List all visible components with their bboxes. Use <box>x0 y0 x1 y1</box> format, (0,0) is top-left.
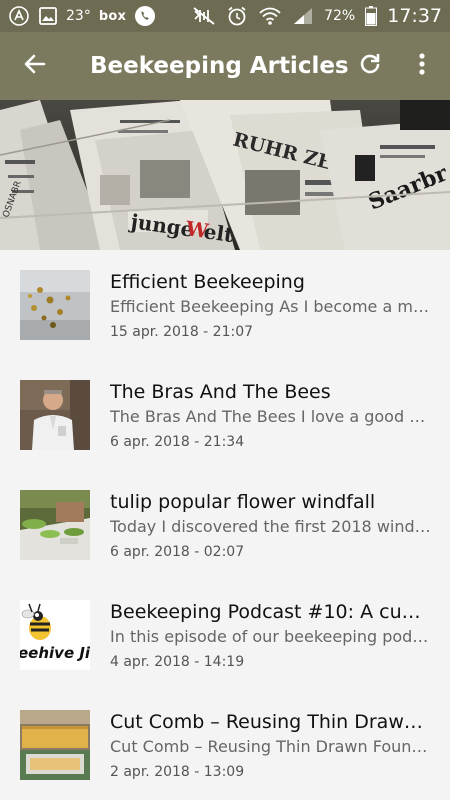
refresh-button[interactable] <box>350 46 390 86</box>
list-item[interactable]: eehive Ji Beekeeping Podcast #10: A cup … <box>0 580 450 690</box>
article-excerpt: Cut Comb – Reusing Thin Drawn Foundation <box>110 737 432 756</box>
article-title: Beekeeping Podcast #10: A cup of tea <box>110 601 432 623</box>
temperature-text: 23° <box>66 8 91 24</box>
list-item[interactable]: Efficient Beekeeping Efficient Beekeepin… <box>0 250 450 360</box>
back-arrow-icon <box>22 51 48 81</box>
status-bar: 23° box 72% 17:37 <box>0 0 450 32</box>
app-circle-icon <box>8 5 30 27</box>
list-item[interactable]: tulip popular flower windfall Today I di… <box>0 470 450 580</box>
article-title: Cut Comb – Reusing Thin Drawn Foundation <box>110 711 432 733</box>
battery-icon <box>365 6 378 26</box>
page-title: Beekeeping Articles <box>90 53 349 79</box>
back-button[interactable] <box>0 32 70 100</box>
wifi-icon <box>258 6 282 26</box>
article-date: 2 apr. 2018 - 13:09 <box>110 764 245 780</box>
article-thumbnail <box>20 710 90 780</box>
alarm-icon <box>226 5 248 27</box>
article-date: 4 apr. 2018 - 14:19 <box>110 654 245 670</box>
clock: 17:37 <box>387 5 442 27</box>
article-excerpt: Today I discovered the first 2018 windfa… <box>110 517 432 536</box>
article-excerpt: The Bras And The Bees I love a good stor… <box>110 407 432 426</box>
refresh-icon <box>357 51 383 81</box>
article-date: 6 apr. 2018 - 02:07 <box>110 544 245 560</box>
article-date: 15 apr. 2018 - 21:07 <box>110 324 254 340</box>
overflow-menu-button[interactable] <box>404 46 440 86</box>
article-date: 6 apr. 2018 - 21:34 <box>110 434 245 450</box>
article-title: Efficient Beekeeping <box>110 271 305 293</box>
article-title: The Bras And The Bees <box>110 381 331 403</box>
phone-icon <box>134 5 156 27</box>
mute-icon <box>192 6 216 26</box>
header-image: junge W elt RUHR ZEITUNG Saarbr OSNABR <box>0 100 450 250</box>
list-item[interactable]: The Bras And The Bees The Bras And The B… <box>0 360 450 470</box>
article-thumbnail <box>20 490 90 560</box>
article-thumbnail <box>20 380 90 450</box>
thumb-brand-text: eehive Ji <box>20 644 90 662</box>
article-list: Efficient Beekeeping Efficient Beekeepin… <box>0 250 450 800</box>
screen: 23° box 72% 17:37 Beekeeping Articles ju… <box>0 0 450 800</box>
signal-icon <box>292 6 314 26</box>
battery-percent: 72% <box>324 8 356 24</box>
article-excerpt: In this episode of our beekeeping podcas… <box>110 627 432 646</box>
app-bar: Beekeeping Articles <box>0 32 450 100</box>
article-thumbnail <box>20 270 90 340</box>
list-item[interactable]: Cut Comb – Reusing Thin Drawn Foundation… <box>0 690 450 800</box>
image-icon <box>38 6 58 26</box>
article-thumbnail: eehive Ji <box>20 600 90 670</box>
article-title: tulip popular flower windfall <box>110 491 376 513</box>
article-excerpt: Efficient Beekeeping As I become a more … <box>110 297 432 316</box>
box-icon: box <box>98 8 127 24</box>
more-vert-icon <box>418 52 426 80</box>
